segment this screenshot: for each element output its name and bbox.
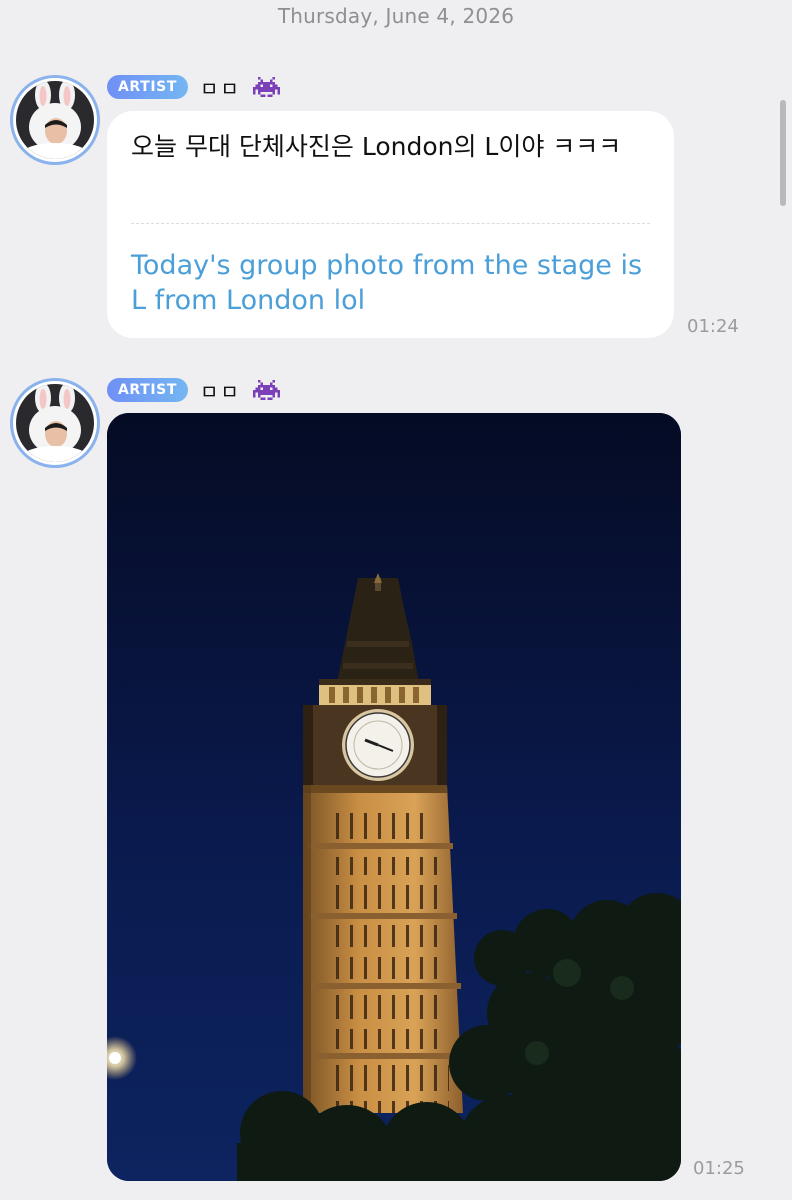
- avatar-image: [16, 81, 94, 159]
- photo-image: [107, 413, 681, 1181]
- artist-badge: ARTIST: [107, 75, 188, 99]
- translation-divider: [131, 223, 650, 224]
- avatar[interactable]: [10, 75, 100, 165]
- artist-badge: ARTIST: [107, 378, 188, 402]
- message-timestamp: 01:24: [687, 316, 739, 337]
- sender-row: ARTIST ㅁㅁ: [107, 74, 280, 101]
- alien-monster-icon: [252, 380, 280, 400]
- avatar-image: [16, 384, 94, 462]
- message-translation-text: Today's group photo from the stage is L …: [131, 250, 643, 316]
- sender-name: ㅁㅁ: [199, 76, 241, 101]
- message-bubble[interactable]: 오늘 무대 단체사진은 London의 L이야 ㅋㅋㅋ Today's grou…: [107, 111, 674, 338]
- message-timestamp: 01:25: [693, 1158, 745, 1179]
- big-ben-night-photo[interactable]: [107, 413, 681, 1181]
- date-separator: Thursday, June 4, 2026: [277, 4, 515, 28]
- message-original-text: 오늘 무대 단체사진은 London의 L이야 ㅋㅋㅋ: [131, 132, 622, 161]
- alien-monster-icon: [252, 77, 280, 97]
- sender-row: ARTIST ㅁㅁ: [107, 377, 280, 404]
- avatar[interactable]: [10, 378, 100, 468]
- chat-screen: Thursday, June 4, 2026 ARTIST ㅁㅁ 오늘 무대 단…: [0, 0, 792, 1200]
- scrollbar[interactable]: [780, 100, 786, 206]
- sender-name: ㅁㅁ: [199, 379, 241, 404]
